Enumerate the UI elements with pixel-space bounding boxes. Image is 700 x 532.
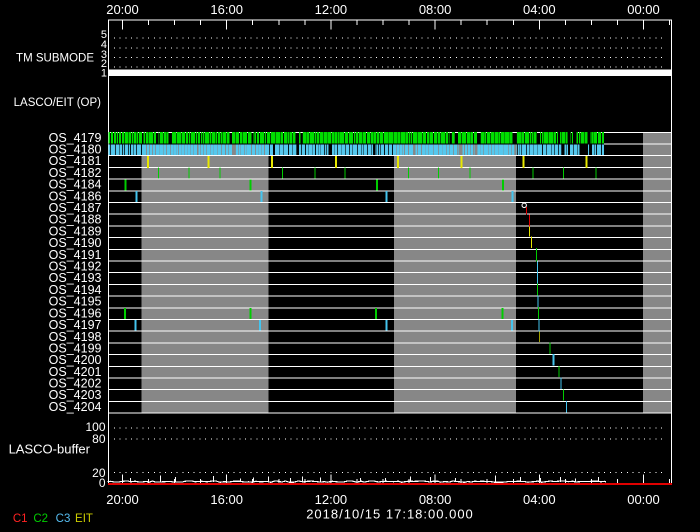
svg-text:1: 1 (101, 68, 107, 80)
svg-text:08:00: 08:00 (419, 492, 452, 507)
svg-text:04:00: 04:00 (523, 492, 556, 507)
svg-text:80: 80 (92, 432, 106, 446)
svg-text:08:00: 08:00 (419, 2, 452, 17)
svg-text:00:00: 00:00 (627, 2, 660, 17)
svg-text:20:00: 20:00 (106, 2, 139, 17)
svg-text:12:00: 12:00 (315, 2, 348, 17)
svg-text:LASCO-buffer: LASCO-buffer (9, 442, 91, 457)
svg-text:TM SUBMODE: TM SUBMODE (16, 53, 94, 65)
svg-text:0: 0 (99, 476, 106, 490)
svg-text:20:00: 20:00 (106, 492, 139, 507)
svg-text:OS_4204: OS_4204 (49, 400, 102, 414)
svg-text:16:00: 16:00 (210, 492, 243, 507)
svg-text:C2: C2 (33, 513, 48, 525)
svg-text:04:00: 04:00 (523, 2, 556, 17)
svg-text:C3: C3 (56, 513, 71, 525)
svg-text:C1: C1 (13, 513, 28, 525)
svg-text:2018/10/15 17:18:00.000: 2018/10/15 17:18:00.000 (306, 507, 474, 522)
svg-text:16:00: 16:00 (210, 2, 243, 17)
svg-text:12:00: 12:00 (315, 492, 348, 507)
svg-text:00:00: 00:00 (627, 492, 660, 507)
svg-text:EIT: EIT (75, 513, 93, 525)
svg-text:LASCO/EIT (OP): LASCO/EIT (OP) (14, 97, 102, 109)
